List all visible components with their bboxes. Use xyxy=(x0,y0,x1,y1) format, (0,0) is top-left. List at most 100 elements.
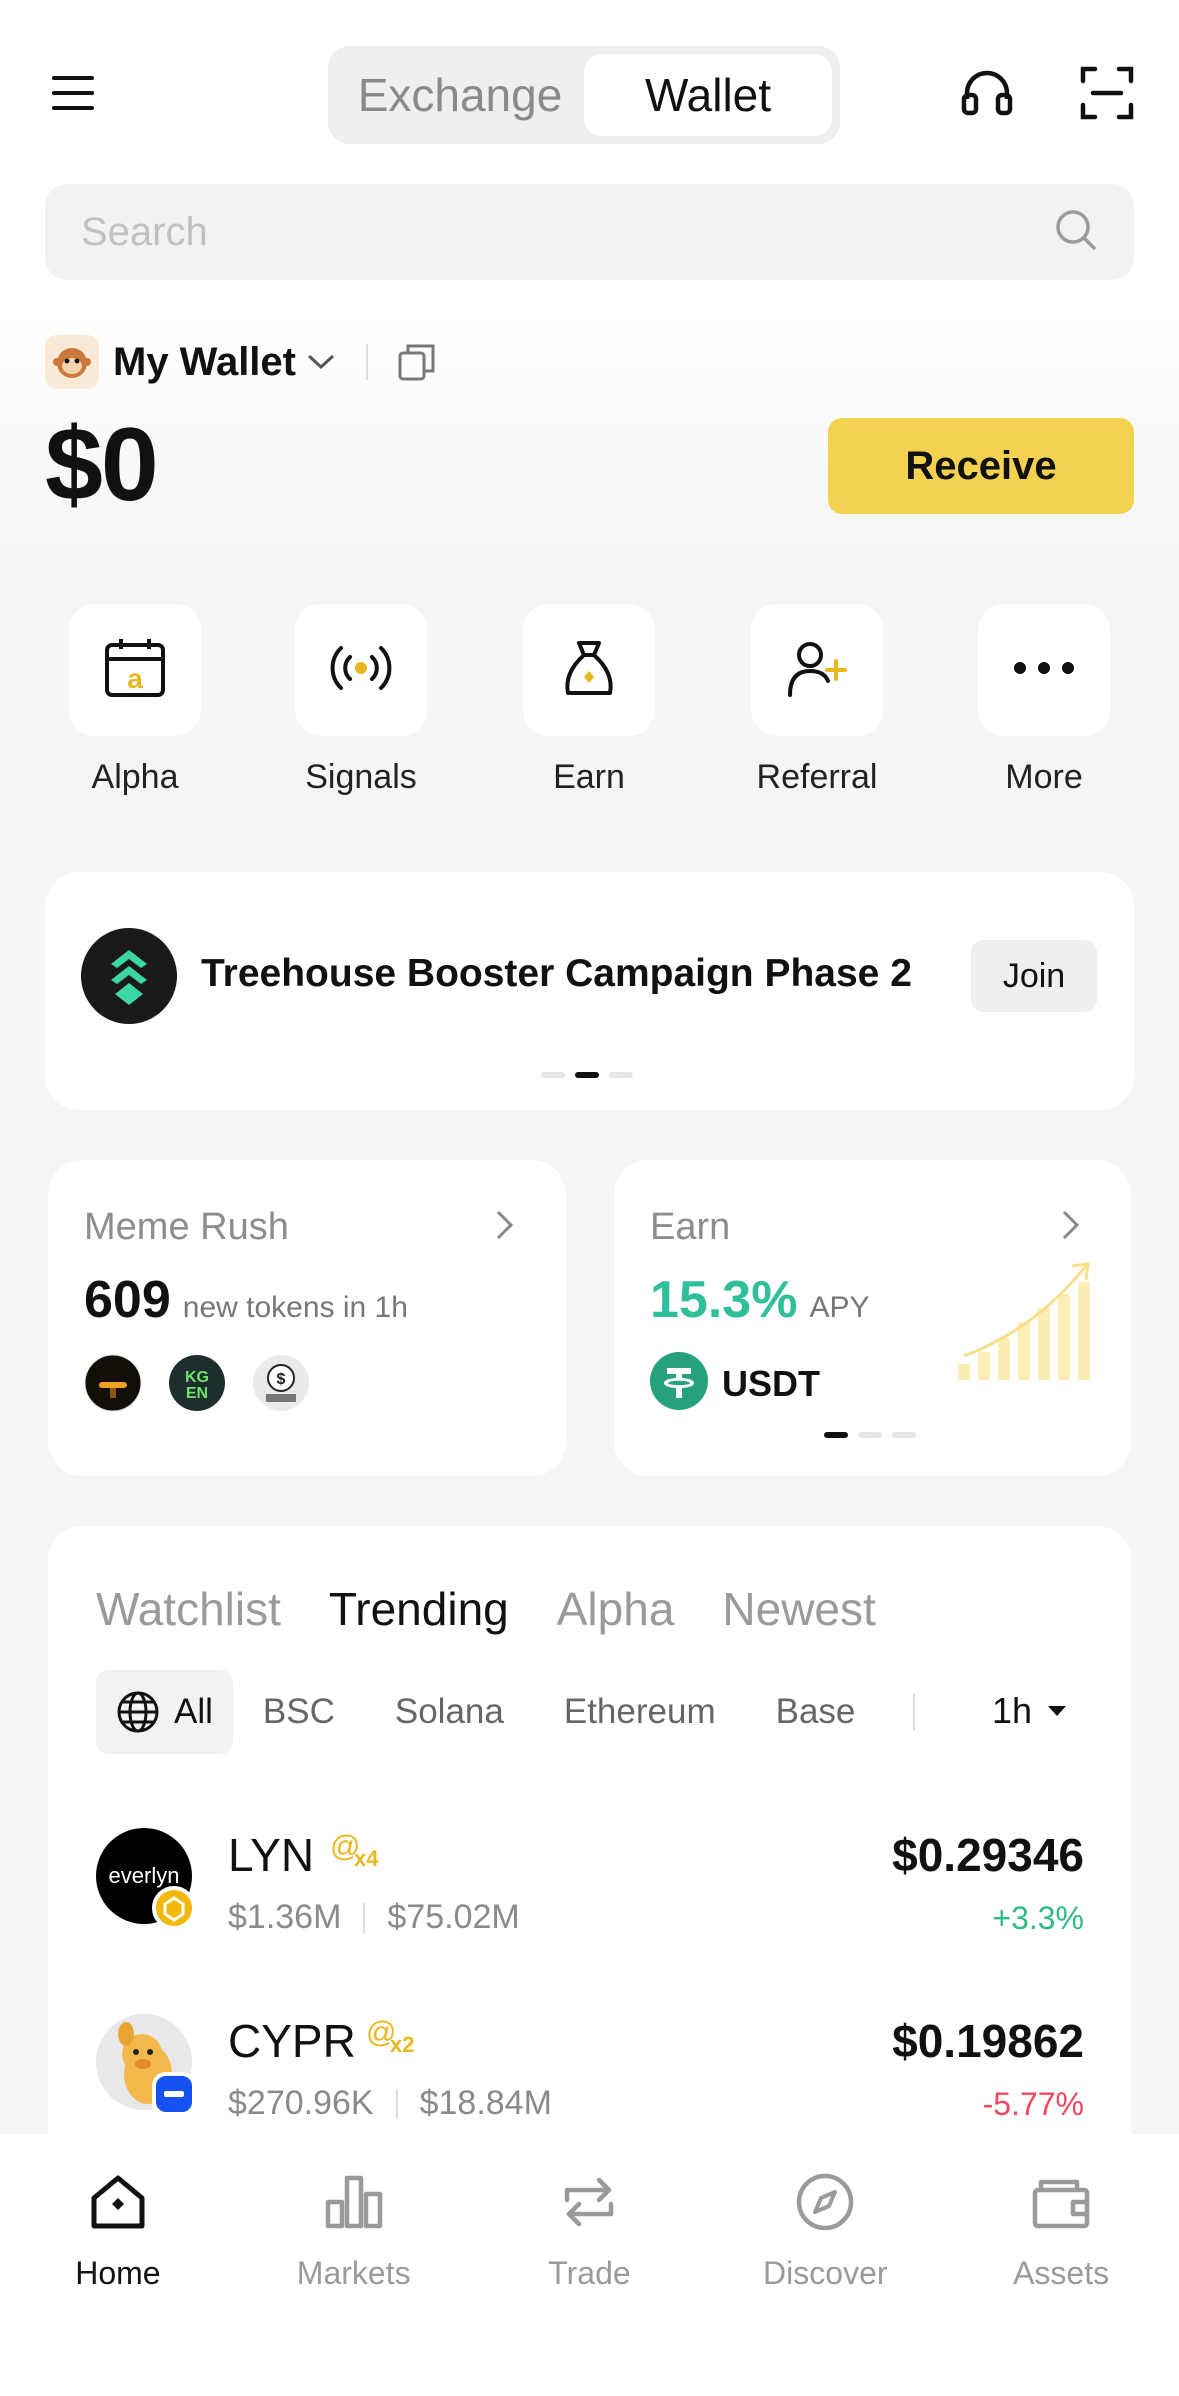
scan-icon[interactable] xyxy=(1072,58,1142,128)
bnb-chain-badge-icon xyxy=(152,1886,196,1935)
divider xyxy=(395,2088,398,2119)
nav-discover[interactable]: Discover xyxy=(707,2134,943,2396)
chain-chip-all[interactable]: All xyxy=(96,1670,233,1754)
apy-label: APY xyxy=(809,1291,870,1324)
token-stats: $270.96K $18.84M xyxy=(228,2084,552,2123)
join-button[interactable]: Join xyxy=(971,940,1097,1012)
search-input[interactable] xyxy=(81,209,1054,255)
token-liquidity: $270.96K xyxy=(228,2084,374,2122)
token-change: -5.77% xyxy=(982,2086,1084,2122)
mode-switch: Exchange Wallet xyxy=(328,46,840,144)
nav-home[interactable]: Home xyxy=(0,2134,236,2396)
meme-token-avatars: KG EN $ xyxy=(84,1354,310,1417)
alpha-multiplier-badge: @ x2 xyxy=(364,2016,414,2057)
wallet-icon xyxy=(1029,2170,1093,2239)
more-dots-icon xyxy=(1011,658,1077,683)
chain-chip-ethereum[interactable]: Ethereum xyxy=(534,1670,746,1754)
tab-trending[interactable]: Trending xyxy=(329,1582,509,1636)
divider xyxy=(366,344,368,380)
token-symbol: CYPR xyxy=(228,2015,356,2067)
swap-icon xyxy=(557,2170,621,2239)
chevron-right-icon xyxy=(1060,1208,1082,1247)
svg-text:$: $ xyxy=(277,1371,286,1388)
quick-action-signals[interactable]: Signals xyxy=(294,604,428,797)
multiplier-text: x4 xyxy=(354,1846,379,1871)
meme-rush-card[interactable]: Meme Rush 609 new tokens in 1h KG EN $ xyxy=(48,1160,566,1476)
search-icon[interactable] xyxy=(1054,208,1098,257)
compass-icon xyxy=(793,2170,857,2239)
copy-icon[interactable] xyxy=(396,341,438,383)
timeframe-value: 1h xyxy=(992,1690,1033,1731)
quick-action-tile xyxy=(523,604,655,736)
app-root: Exchange Wallet My Wallet $0 Receive xyxy=(0,0,1179,2396)
nav-trade[interactable]: Trade xyxy=(472,2134,708,2396)
new-token-count: 609 xyxy=(84,1271,171,1329)
search-bar[interactable] xyxy=(45,184,1134,280)
tab-exchange[interactable]: Exchange xyxy=(336,54,584,136)
earn-card[interactable]: Earn 15.3% APY USDT xyxy=(614,1160,1131,1476)
new-token-label: new tokens in 1h xyxy=(182,1291,408,1324)
banner-pager xyxy=(541,1072,633,1078)
meme-token-icon: KG EN xyxy=(168,1354,226,1417)
quick-action-label: Alpha xyxy=(91,758,179,796)
treehouse-logo-icon xyxy=(81,928,177,1029)
quick-action-label: Earn xyxy=(553,758,625,796)
token-row[interactable]: everlyn LYN @ x4 $1.36M $75.02M $0.29346… xyxy=(96,1828,1084,1938)
chain-filter: All BSC Solana Ethereum Base xyxy=(96,1670,916,1754)
bottom-nav: Home Markets Trade Discover Assets xyxy=(0,2134,1179,2396)
campaign-banner[interactable]: Treehouse Booster Campaign Phase 2 Join xyxy=(45,872,1134,1110)
wallet-selector-row: My Wallet xyxy=(45,334,438,390)
pager-dot xyxy=(541,1072,565,1078)
headset-icon[interactable] xyxy=(952,58,1022,128)
nav-label: Home xyxy=(75,2255,161,2291)
growth-chart-icon xyxy=(954,1260,1094,1389)
nav-label: Markets xyxy=(296,2255,411,2291)
wallet-avatar[interactable] xyxy=(45,335,99,389)
chain-chip-solana[interactable]: Solana xyxy=(365,1670,534,1754)
chevron-down-icon[interactable] xyxy=(306,352,336,372)
wallet-name[interactable]: My Wallet xyxy=(113,340,296,385)
quick-action-more[interactable]: More xyxy=(977,604,1111,797)
chain-chip-bsc[interactable]: BSC xyxy=(233,1670,365,1754)
quick-action-earn[interactable]: Earn xyxy=(522,604,656,797)
menu-icon[interactable] xyxy=(38,58,108,128)
globe-icon xyxy=(116,1690,160,1734)
chain-chip-base[interactable]: Base xyxy=(746,1670,886,1754)
money-bag-icon xyxy=(556,635,622,706)
dollar-coin-icon: $ xyxy=(252,1354,310,1417)
nav-markets[interactable]: Markets xyxy=(236,2134,472,2396)
quick-action-referral[interactable]: Referral xyxy=(750,604,884,797)
home-icon xyxy=(86,2170,150,2239)
token-market-cap: $75.02M xyxy=(387,1898,520,1936)
nav-assets[interactable]: Assets xyxy=(943,2134,1179,2396)
signal-icon xyxy=(328,635,394,706)
earn-title: Earn xyxy=(650,1206,731,1248)
quick-action-label: Referral xyxy=(756,758,878,796)
token-row[interactable]: CYPR @ x2 $270.96K $18.84M $0.19862 -5.7… xyxy=(96,2014,1084,2124)
quick-action-alpha[interactable]: a Alpha xyxy=(68,604,202,797)
earn-asset: USDT xyxy=(650,1352,820,1415)
banner-title: Treehouse Booster Campaign Phase 2 xyxy=(201,952,912,995)
token-change: +3.3% xyxy=(992,1900,1084,1936)
caret-down-icon xyxy=(1046,1704,1068,1718)
quick-action-label: Signals xyxy=(305,758,417,796)
tab-wallet[interactable]: Wallet xyxy=(584,54,832,136)
bar-chart-icon xyxy=(322,2170,386,2239)
meme-token-icon xyxy=(84,1354,142,1417)
nav-label: Assets xyxy=(1013,2255,1110,2291)
tab-watchlist[interactable]: Watchlist xyxy=(96,1582,281,1636)
earn-pager xyxy=(824,1432,916,1438)
nav-label: Discover xyxy=(763,2255,888,2291)
tab-newest[interactable]: Newest xyxy=(722,1582,875,1636)
tab-alpha[interactable]: Alpha xyxy=(557,1582,675,1636)
chain-label: All xyxy=(174,1692,213,1731)
alpha-multiplier-badge: @ x4 xyxy=(328,1830,378,1871)
earn-apy: 15.3% APY xyxy=(650,1270,869,1330)
timeframe-select[interactable]: 1h xyxy=(992,1690,1068,1732)
quick-action-tile xyxy=(295,604,427,736)
svg-text:a: a xyxy=(127,663,143,694)
receive-button[interactable]: Receive xyxy=(828,418,1134,514)
pager-dot xyxy=(892,1432,916,1438)
quick-action-label: More xyxy=(1005,758,1083,796)
token-price: $0.29346 xyxy=(892,1829,1084,1881)
